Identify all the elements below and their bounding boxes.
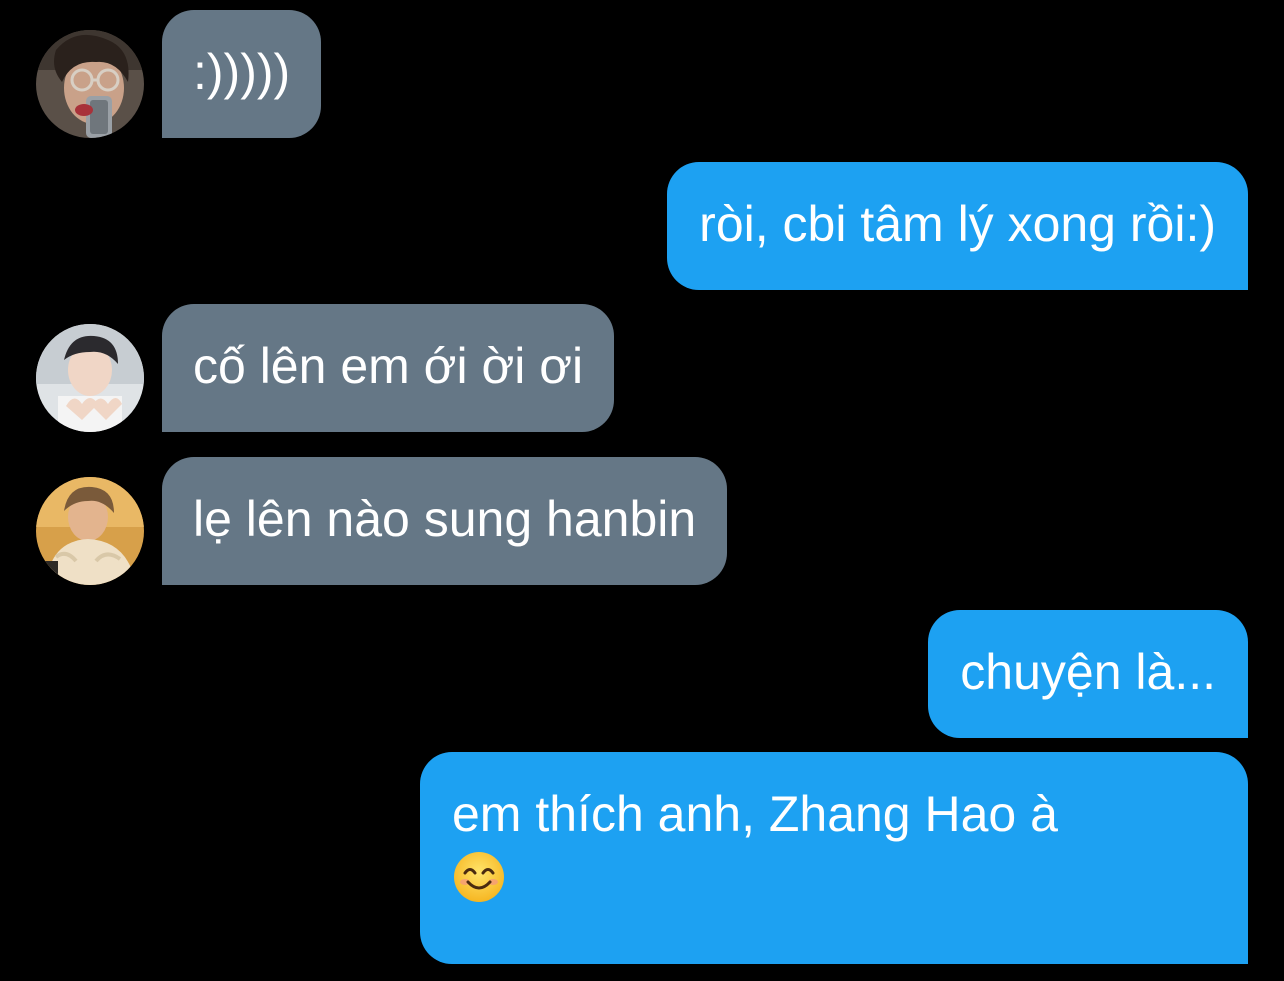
message-text: :))))) bbox=[193, 44, 291, 100]
user-photo-icon bbox=[36, 477, 144, 585]
message-bubble-received[interactable]: lẹ lên nào sung hanbin bbox=[162, 457, 728, 585]
avatar-user-heart-hands[interactable] bbox=[36, 324, 144, 432]
chat-thread: :))))) ròi, cbi tâm lý xong rồi:) cố lên… bbox=[0, 0, 1284, 981]
message-bubble-received[interactable]: cố lên em ới ời ơi bbox=[162, 304, 615, 432]
message-text: ròi, cbi tâm lý xong rồi:) bbox=[699, 196, 1216, 252]
message-bubble-received[interactable]: :))))) bbox=[162, 10, 322, 138]
user-photo-icon bbox=[36, 324, 144, 432]
message-text: lẹ lên nào sung hanbin bbox=[193, 491, 697, 547]
message-bubble-sent[interactable]: em thích anh, Zhang Hao à bbox=[420, 752, 1248, 964]
message-text: chuyện là... bbox=[960, 644, 1216, 700]
message-bubble-sent[interactable]: chuyện là... bbox=[928, 610, 1248, 738]
smiling-face-emoji bbox=[452, 850, 506, 904]
message-text: em thích anh, Zhang Hao à bbox=[452, 786, 1058, 842]
message-bubble-sent[interactable]: ròi, cbi tâm lý xong rồi:) bbox=[667, 162, 1248, 290]
avatar-user-glasses[interactable] bbox=[36, 30, 144, 138]
avatar-user-sweater[interactable] bbox=[36, 477, 144, 585]
user-photo-icon bbox=[36, 30, 144, 138]
message-text: cố lên em ới ời ơi bbox=[193, 338, 584, 394]
